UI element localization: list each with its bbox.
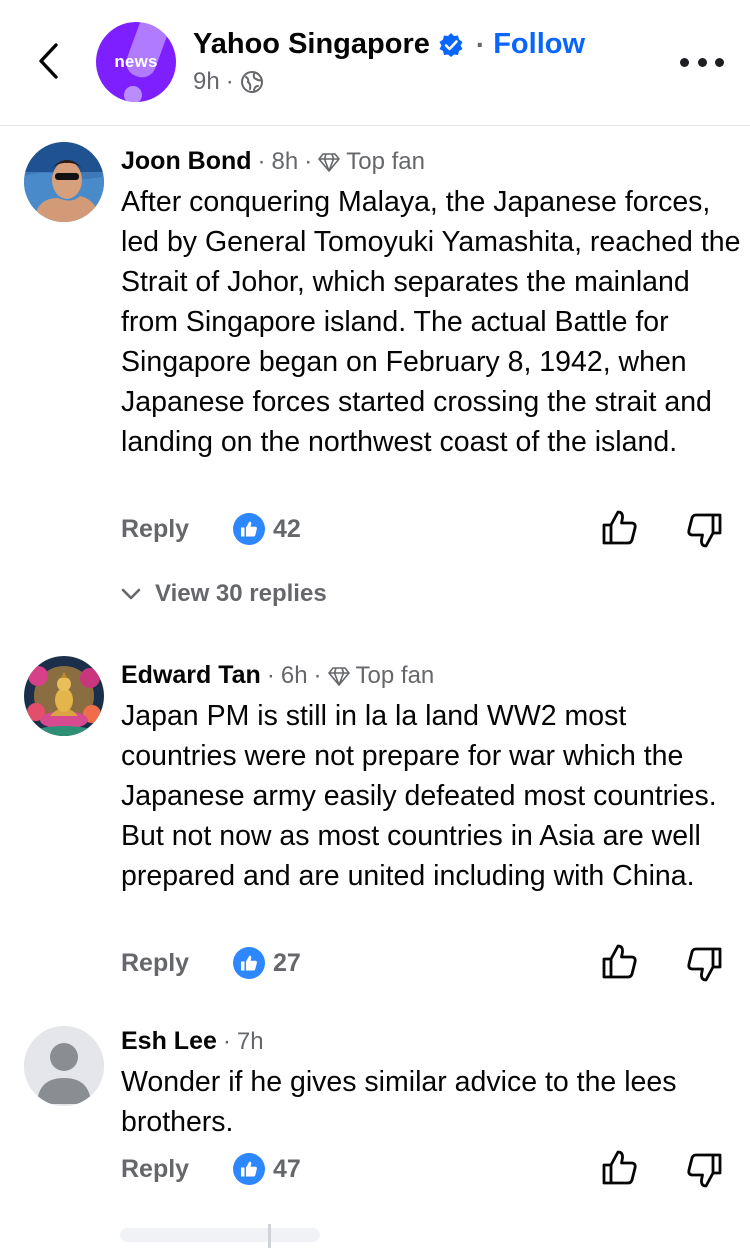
- avatar-image: [24, 142, 104, 222]
- like-count[interactable]: 27: [273, 949, 301, 978]
- comment-time: 8h: [271, 147, 299, 175]
- reply-button[interactable]: Reply: [121, 1155, 233, 1184]
- thumbs-down-icon[interactable]: [685, 945, 723, 983]
- separator: ·: [313, 661, 322, 689]
- comment-actions: Reply 42: [121, 509, 731, 549]
- page-avatar[interactable]: news: [96, 22, 176, 102]
- more-dot: [680, 57, 689, 67]
- diamond-icon: [318, 152, 341, 172]
- like-count[interactable]: 47: [273, 1155, 301, 1184]
- faded-placeholder: [120, 1224, 320, 1248]
- author-name[interactable]: Joon Bond: [121, 147, 252, 176]
- partial-next-content: [0, 1210, 750, 1260]
- like-count[interactable]: 42: [273, 515, 301, 544]
- globe-icon: [240, 71, 263, 93]
- comment-text: Japan PM is still in la la land WW2 most…: [121, 700, 717, 892]
- author-name[interactable]: Esh Lee: [121, 1027, 217, 1056]
- comment-meta: Edward Tan · 6h · Top fan: [121, 661, 434, 690]
- default-avatar-icon: [24, 1026, 104, 1106]
- comment-text: Wonder if he gives similar advice to the…: [121, 1066, 677, 1138]
- avatar-image: [24, 656, 104, 736]
- reply-button[interactable]: Reply: [121, 515, 233, 544]
- post-meta: 9h ·: [193, 68, 264, 96]
- separator: ·: [222, 1027, 231, 1055]
- page-name-row: Yahoo Singapore · Follow: [193, 28, 585, 61]
- top-fan-badge: Top fan: [346, 147, 425, 175]
- more-dot: [697, 57, 707, 67]
- top-fan-badge: Top fan: [355, 661, 435, 689]
- logo-dot: [124, 86, 142, 102]
- more-options-button[interactable]: [680, 50, 724, 74]
- more-dot: [715, 57, 724, 67]
- like-badge: [233, 1153, 265, 1185]
- thumbs-up-icon[interactable]: [601, 943, 639, 981]
- like-icon: [241, 1161, 257, 1177]
- post-time: 9h: [193, 68, 220, 95]
- avatar[interactable]: [24, 142, 104, 222]
- author-name[interactable]: Edward Tan: [121, 661, 261, 690]
- like-icon: [241, 955, 257, 971]
- like-icon: [241, 521, 257, 537]
- comment-meta: Esh Lee · 7h: [121, 1027, 264, 1056]
- page-name[interactable]: Yahoo Singapore: [193, 28, 430, 61]
- post-header: news Yahoo Singapore · Follow 9h ·: [0, 0, 750, 126]
- verified-badge-icon: [439, 32, 463, 57]
- meta-separator: ·: [225, 68, 234, 95]
- separator: ·: [266, 661, 275, 689]
- avatar-label: news: [114, 52, 158, 71]
- follow-button[interactable]: Follow: [493, 28, 585, 61]
- follow-separator: ·: [475, 28, 486, 60]
- thumbs-up-icon[interactable]: [601, 1149, 639, 1187]
- thumbs-up-icon[interactable]: [601, 509, 639, 547]
- thumbs-down-icon[interactable]: [685, 1151, 723, 1189]
- like-badge: [233, 513, 265, 545]
- comment-meta: Joon Bond · 8h · Top fan: [121, 147, 425, 176]
- view-replies-button[interactable]: View 30 replies: [121, 580, 327, 608]
- separator: ·: [257, 147, 266, 175]
- thumbs-down-icon[interactable]: [685, 511, 723, 549]
- diamond-icon: [327, 666, 350, 686]
- back-button[interactable]: [28, 38, 68, 84]
- reply-button[interactable]: Reply: [121, 949, 233, 978]
- like-badge: [233, 947, 265, 979]
- comment-time: 7h: [236, 1027, 264, 1055]
- avatar[interactable]: [24, 1026, 104, 1106]
- comment-time: 6h: [280, 661, 308, 689]
- comment-text: After conquering Malaya, the Japanese fo…: [121, 186, 741, 458]
- comment-actions: Reply 27: [121, 943, 731, 983]
- avatar[interactable]: [24, 656, 104, 736]
- view-replies-label: View 30 replies: [155, 580, 327, 607]
- chevron-left-icon: [39, 43, 58, 79]
- chevron-down-icon: [121, 588, 141, 600]
- comment-actions: Reply 47: [121, 1149, 731, 1189]
- separator: ·: [304, 147, 313, 175]
